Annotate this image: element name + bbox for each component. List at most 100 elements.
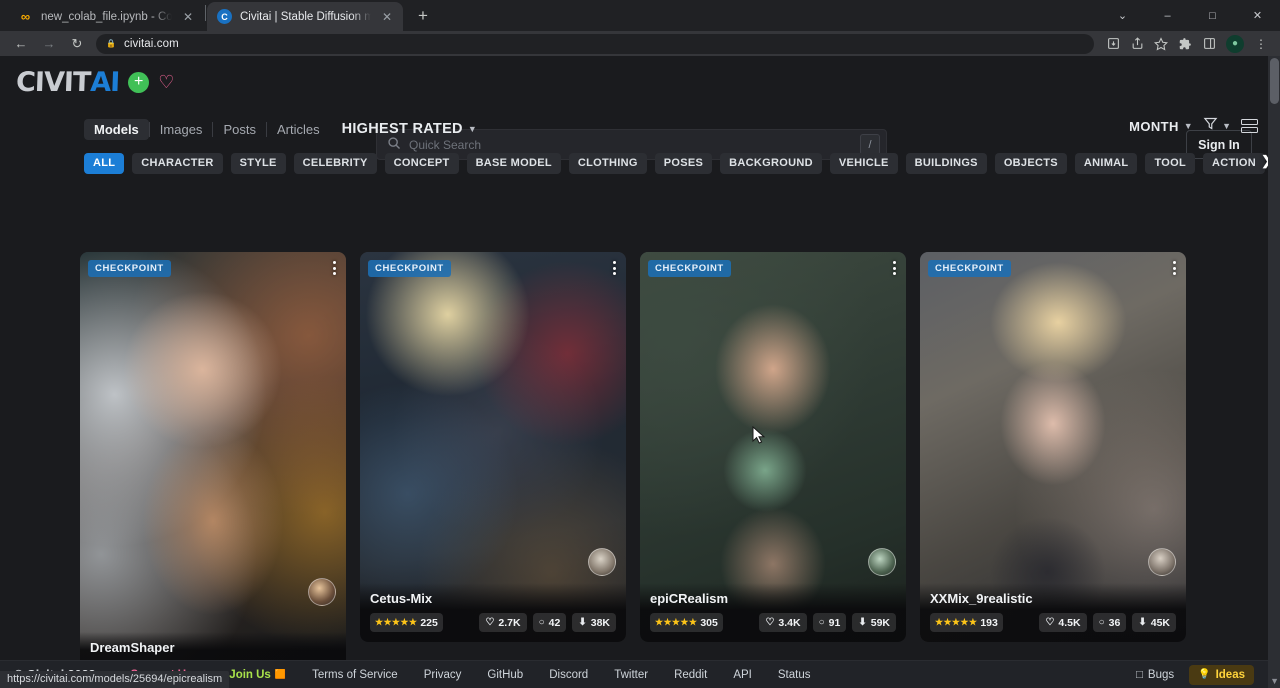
status-bar-url: https://civitai.com/models/25694/epicrea… xyxy=(0,671,229,688)
chevron-down-icon: ▼ xyxy=(1184,121,1193,131)
close-window-icon[interactable]: ✕ xyxy=(1235,0,1280,31)
footer-link-reddit[interactable]: Reddit xyxy=(661,669,720,681)
civitai-icon: C xyxy=(217,9,232,24)
chip-base-model[interactable]: BASE MODEL xyxy=(467,153,561,174)
page-scrollbar[interactable]: ▼ xyxy=(1268,56,1280,688)
new-tab-button[interactable]: + xyxy=(409,2,437,30)
ideas-button[interactable]: 💡 Ideas xyxy=(1189,665,1254,685)
creator-avatar[interactable] xyxy=(868,548,896,576)
model-stats: ★★★★★ 305 ♡ 3.4K ○ 91 xyxy=(650,613,896,632)
period-dropdown[interactable]: MONTH ▼ xyxy=(1129,119,1193,134)
model-card[interactable]: CHECKPOINT Cetus-Mix ★★★★★ 225 ♡ 2.7K xyxy=(360,252,626,642)
chip-background[interactable]: BACKGROUND xyxy=(720,153,822,174)
likes-pill: ♡ 4.5K xyxy=(1039,613,1086,632)
close-icon[interactable]: ✕ xyxy=(180,9,196,25)
window-controls: ⌄ – □ ✕ xyxy=(1100,0,1280,31)
download-icon: ⬇ xyxy=(858,617,866,628)
chrome-menu-icon[interactable]: ⋮ xyxy=(1250,33,1272,55)
chip-action[interactable]: ACTION xyxy=(1203,153,1265,174)
comment-icon: ○ xyxy=(819,617,825,628)
profile-avatar[interactable]: ● xyxy=(1226,35,1244,53)
sort-dropdown-label: HIGHEST RATED xyxy=(342,121,463,137)
tab-images[interactable]: Images xyxy=(150,119,213,140)
lock-icon: 🔒 xyxy=(106,39,116,48)
model-card[interactable]: CHECKPOINT DreamShaper xyxy=(80,252,346,672)
footer-link-api[interactable]: API xyxy=(720,669,765,681)
forward-icon[interactable]: → xyxy=(36,33,62,55)
card-footer: XXMix_9realistic ★★★★★ 193 ♡ 4.5K xyxy=(920,583,1186,642)
browser-toolbar: ← → ↻ 🔒 civitai.com ● ⋮ xyxy=(0,31,1280,56)
site-logo[interactable]: CIVITAI + ♡ xyxy=(16,67,174,98)
chip-objects[interactable]: OBJECTS xyxy=(995,153,1067,174)
footer-link-discord[interactable]: Discord xyxy=(536,669,601,681)
model-card[interactable]: CHECKPOINT XXMix_9realistic ★★★★★ 193 ♡ xyxy=(920,252,1186,642)
sort-dropdown[interactable]: HIGHEST RATED ▼ xyxy=(342,121,477,137)
bookmark-star-icon[interactable] xyxy=(1150,33,1172,55)
tab-search-icon[interactable]: ⌄ xyxy=(1100,0,1145,31)
scrollbar-thumb[interactable] xyxy=(1270,58,1279,104)
downloads-count: 45K xyxy=(1151,617,1170,629)
side-panel-icon[interactable] xyxy=(1198,33,1220,55)
star-icons: ★★★★★ xyxy=(655,617,697,628)
footer-link-privacy[interactable]: Privacy xyxy=(411,669,475,681)
tab-divider xyxy=(205,5,206,21)
card-menu-icon[interactable] xyxy=(893,261,896,275)
heart-icon: ♡ xyxy=(1045,617,1054,628)
close-icon[interactable]: ✕ xyxy=(379,9,395,25)
share-icon[interactable] xyxy=(1126,33,1148,55)
comments-pill: ○ 91 xyxy=(813,613,847,632)
downloads-pill: ⬇ 45K xyxy=(1132,613,1176,632)
minimize-icon[interactable]: – xyxy=(1145,0,1190,31)
chip-buildings[interactable]: BUILDINGS xyxy=(906,153,987,174)
install-icon[interactable] xyxy=(1102,33,1124,55)
chip-poses[interactable]: POSES xyxy=(655,153,712,174)
footer-link-github[interactable]: GitHub xyxy=(474,669,536,681)
tab-models[interactable]: Models xyxy=(84,119,149,140)
back-icon[interactable]: ← xyxy=(8,33,34,55)
creator-avatar[interactable] xyxy=(308,578,336,606)
footer-link-terms[interactable]: Terms of Service xyxy=(299,669,411,681)
maximize-icon[interactable]: □ xyxy=(1190,0,1235,31)
chip-clothing[interactable]: CLOTHING xyxy=(569,153,647,174)
chip-character[interactable]: CHARACTER xyxy=(132,153,222,174)
heart-icon[interactable]: ♡ xyxy=(158,73,174,91)
chip-concept[interactable]: CONCEPT xyxy=(385,153,459,174)
tab-title: Civitai | Stable Diffusion models, xyxy=(240,11,371,23)
period-label: MONTH xyxy=(1129,119,1179,134)
tab-title: new_colab_file.ipynb - Colaborat xyxy=(41,11,172,23)
rating-count: 305 xyxy=(700,617,718,629)
rating-count: 225 xyxy=(420,617,438,629)
footer-link-status[interactable]: Status xyxy=(765,669,824,681)
ideas-label: Ideas xyxy=(1216,669,1245,681)
card-menu-icon[interactable] xyxy=(613,261,616,275)
tab-posts[interactable]: Posts xyxy=(213,119,266,140)
engagement-stats: ♡ 3.4K ○ 91 ⬇ 59K xyxy=(759,613,896,632)
likes-count: 4.5K xyxy=(1058,617,1080,629)
footer-link-label: Join Us xyxy=(229,669,271,681)
layout-toggle-icon[interactable] xyxy=(1241,119,1258,133)
scroll-down-icon[interactable]: ▼ xyxy=(1270,676,1279,686)
url-text: civitai.com xyxy=(124,38,179,50)
card-menu-icon[interactable] xyxy=(333,261,336,275)
filter-button[interactable]: ▼ xyxy=(1203,116,1231,136)
chip-tool[interactable]: TOOL xyxy=(1145,153,1195,174)
browser-tab-colab[interactable]: ∞ new_colab_file.ipynb - Colaborat ✕ xyxy=(8,2,204,31)
chip-all[interactable]: ALL xyxy=(84,153,124,174)
card-menu-icon[interactable] xyxy=(1173,261,1176,275)
rating-pill: ★★★★★ 305 xyxy=(650,613,723,632)
browser-tab-civitai[interactable]: C Civitai | Stable Diffusion models, ✕ xyxy=(207,2,403,31)
bugs-button[interactable]: □ Bugs xyxy=(1129,666,1181,684)
creator-avatar[interactable] xyxy=(1148,548,1176,576)
tab-articles[interactable]: Articles xyxy=(267,119,330,140)
extensions-puzzle-icon[interactable] xyxy=(1174,33,1196,55)
chip-style[interactable]: STYLE xyxy=(231,153,286,174)
model-card[interactable]: CHECKPOINT epiCRealism ★★★★★ 305 ♡ 3.4 xyxy=(640,252,906,642)
chip-animal[interactable]: ANIMAL xyxy=(1075,153,1138,174)
chip-vehicle[interactable]: VEHICLE xyxy=(830,153,898,174)
footer-link-twitter[interactable]: Twitter xyxy=(601,669,661,681)
address-bar[interactable]: 🔒 civitai.com xyxy=(96,34,1094,54)
creator-avatar[interactable] xyxy=(588,548,616,576)
chip-celebrity[interactable]: CELEBRITY xyxy=(294,153,377,174)
reload-icon[interactable]: ↻ xyxy=(64,33,90,55)
plus-badge-icon[interactable]: + xyxy=(128,72,149,93)
